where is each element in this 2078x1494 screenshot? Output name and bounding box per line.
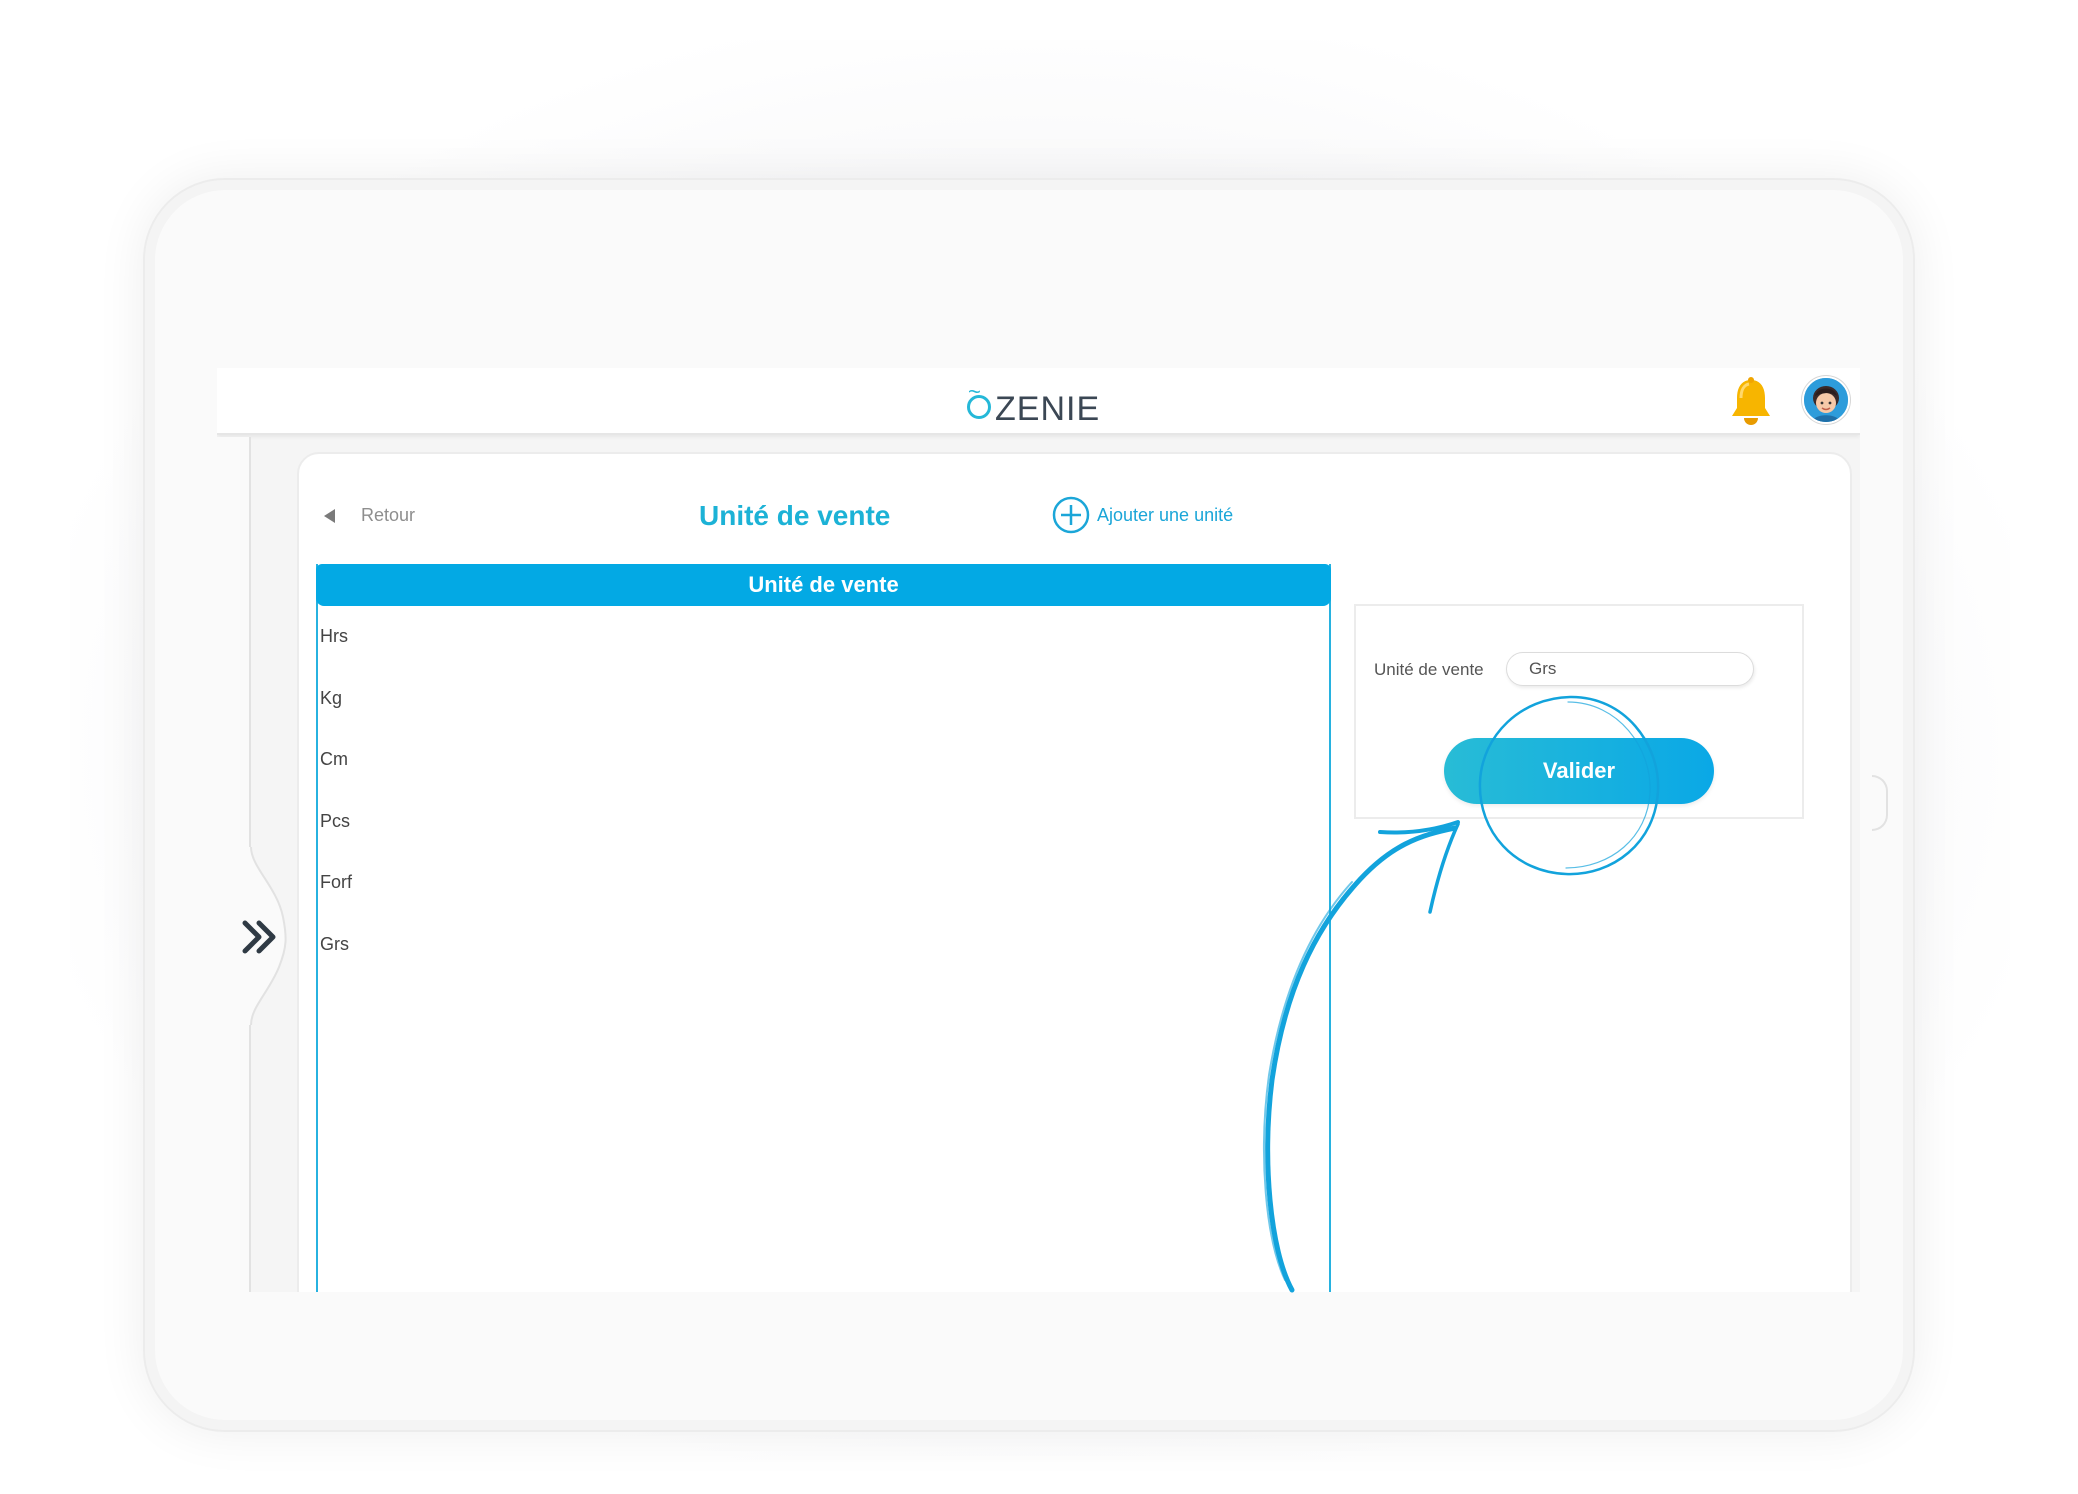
plus-circle-icon <box>1052 496 1090 534</box>
add-unit-label: Ajouter une unité <box>1097 504 1234 525</box>
ozenie-logo[interactable]: ~ ZENIE <box>967 380 1100 426</box>
content-panel: Retour Unité de vente Ajouter une unité … <box>297 452 1852 1292</box>
top-bar: ~ ZENIE <box>217 368 1860 435</box>
list-items: Hrs Kg Cm Pcs Forf Grs <box>320 626 352 995</box>
unit-field-label: Unité de vente <box>1374 660 1484 679</box>
list-item[interactable]: Forf <box>320 872 352 934</box>
list-item[interactable]: Hrs <box>320 626 352 688</box>
back-label: Retour <box>361 505 416 525</box>
list-item[interactable]: Kg <box>320 688 352 750</box>
avatar[interactable] <box>1802 376 1850 424</box>
page-title: Unité de vente <box>699 500 891 531</box>
list-header: Unité de vente <box>316 564 1331 606</box>
edit-unit-form: Unité de vente Valider <box>1354 604 1804 819</box>
logo-mark: ~ <box>967 381 993 421</box>
back-button[interactable]: Retour <box>324 505 415 526</box>
validate-button[interactable]: Valider <box>1444 738 1714 804</box>
stage: ~ ZENIE Retour Unité de vente Ajouter un… <box>0 0 2078 1494</box>
list-item[interactable]: Cm <box>320 749 352 811</box>
unit-input[interactable] <box>1506 652 1754 686</box>
double-chevron-right-icon[interactable] <box>236 917 282 957</box>
triangle-left-icon <box>324 508 335 523</box>
list-item[interactable]: Grs <box>320 934 352 996</box>
bell-icon[interactable] <box>1727 376 1775 428</box>
app-screen: ~ ZENIE Retour Unité de vente Ajouter un… <box>217 368 1860 1292</box>
add-unit-button[interactable]: Ajouter une unité <box>1051 495 1233 535</box>
tablet-side-button <box>1872 775 1888 831</box>
list-item[interactable]: Pcs <box>320 811 352 873</box>
logo-text: ZENIE <box>995 390 1101 428</box>
unit-list: Unité de vente Hrs Kg Cm Pcs Forf Grs <box>316 564 1331 1292</box>
logo-tilde: ~ <box>968 379 981 404</box>
